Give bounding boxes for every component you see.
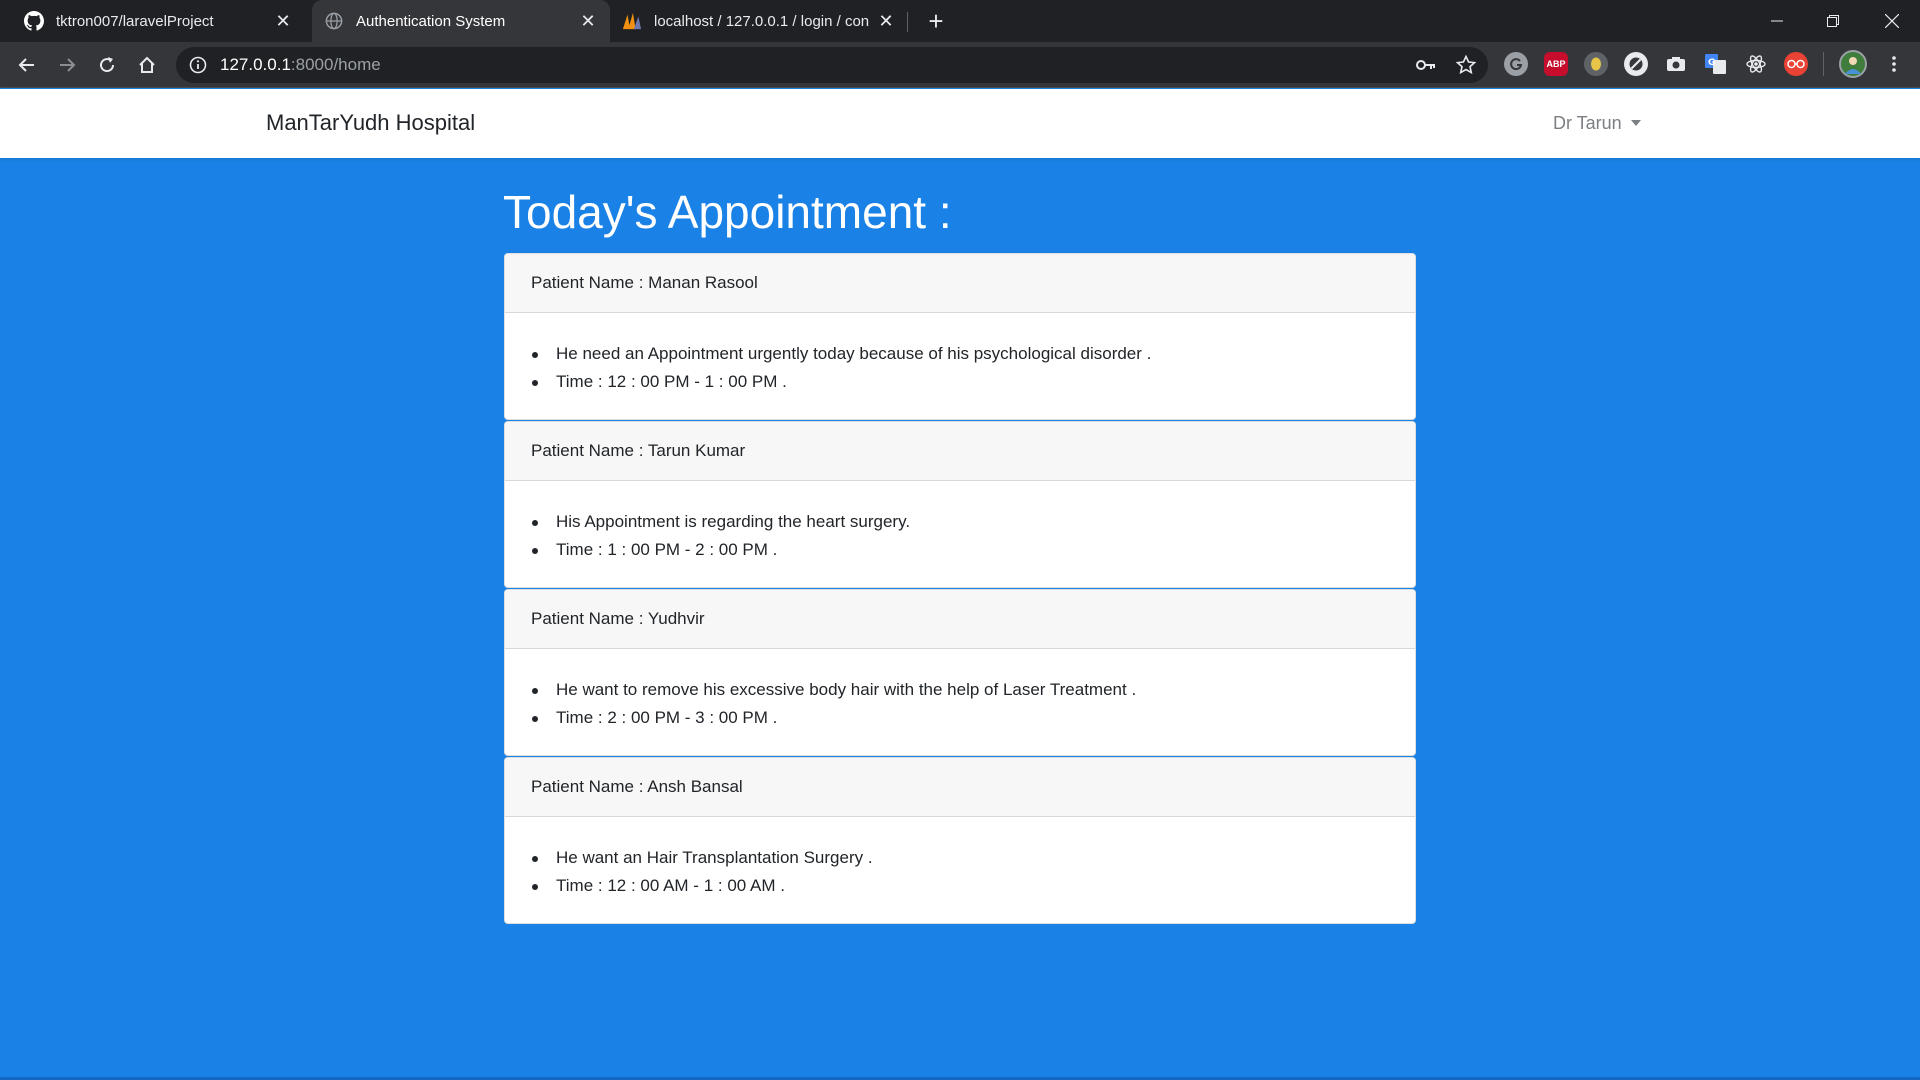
toolbar-separator <box>1823 52 1824 76</box>
close-icon[interactable]: ✕ <box>576 9 600 33</box>
appointment-details: He need an Appointment urgently today be… <box>505 313 1415 396</box>
phpmyadmin-icon <box>622 11 642 31</box>
patient-name: Patient Name : Ansh Bansal <box>505 758 1415 817</box>
github-icon <box>24 11 44 31</box>
appointment-time: Time : 12 : 00 AM - 1 : 00 AM . <box>531 872 1395 900</box>
brand-link[interactable]: ManTarYudh Hospital <box>266 110 475 136</box>
url-text: 127.0.0.1:8000/home <box>220 55 381 75</box>
block-icon[interactable] <box>1624 52 1648 76</box>
tab-title: Authentication System <box>356 12 506 30</box>
appointment-reason: He need an Appointment urgently today be… <box>531 340 1395 368</box>
address-bar[interactable]: 127.0.0.1:8000/home <box>176 47 1488 83</box>
appointment-time: Time : 12 : 00 PM - 1 : 00 PM . <box>531 368 1395 396</box>
appointment-reason: His Appointment is regarding the heart s… <box>531 508 1395 536</box>
page-title: Today's Appointment : <box>503 186 952 238</box>
appointment-time: Time : 2 : 00 PM - 3 : 00 PM . <box>531 704 1395 732</box>
minimize-button[interactable] <box>1749 0 1805 42</box>
spectacles-icon[interactable] <box>1784 52 1808 76</box>
globe-icon <box>324 11 344 31</box>
browser-tab-strip: tktron007/laravelProject ✕ Authenticatio… <box>0 0 1920 42</box>
patient-name: Patient Name : Manan Rasool <box>505 254 1415 313</box>
star-icon[interactable] <box>1451 50 1481 80</box>
home-button[interactable] <box>131 49 163 81</box>
close-icon[interactable]: ✕ <box>874 9 898 33</box>
camera-icon[interactable] <box>1664 52 1688 76</box>
forward-button[interactable] <box>51 49 83 81</box>
menu-icon[interactable] <box>1882 52 1906 76</box>
appointment-details: He want an Hair Transplantation Surgery … <box>505 817 1415 900</box>
tab-title: tktron007/laravelProject <box>56 12 214 30</box>
tab-github[interactable]: tktron007/laravelProject ✕ <box>0 0 305 42</box>
reload-button[interactable] <box>91 49 123 81</box>
appointment-card: Patient Name : Ansh Bansal He want an Ha… <box>504 757 1416 924</box>
patient-name: Patient Name : Tarun Kumar <box>505 422 1415 481</box>
key-icon[interactable] <box>1411 50 1441 80</box>
appointment-reason: He want an Hair Transplantation Surgery … <box>531 844 1395 872</box>
appointment-list: Patient Name : Manan Rasool He need an A… <box>504 253 1416 925</box>
tab-title: localhost / 127.0.0.1 / login / con <box>654 12 870 30</box>
info-icon[interactable] <box>188 55 208 75</box>
tab-separator <box>907 12 908 32</box>
profile-avatar[interactable] <box>1839 50 1867 78</box>
url-path: :8000/home <box>290 55 381 74</box>
appointment-card: Patient Name : Yudhvir He want to remove… <box>504 589 1416 756</box>
appointment-reason: He want to remove his excessive body hai… <box>531 676 1395 704</box>
adblock-plus-icon[interactable]: ABP <box>1544 52 1568 76</box>
user-name: Dr Tarun <box>1553 113 1622 133</box>
user-dropdown[interactable]: Dr Tarun <box>1553 113 1641 134</box>
restore-button[interactable] <box>1805 0 1861 42</box>
google-translate-icon[interactable]: G <box>1704 52 1728 76</box>
grammarly-icon[interactable] <box>1504 52 1528 76</box>
honey-icon[interactable] <box>1584 52 1608 76</box>
patient-name: Patient Name : Yudhvir <box>505 590 1415 649</box>
url-host: 127.0.0.1 <box>220 55 291 74</box>
appointment-card: Patient Name : Manan Rasool He need an A… <box>504 253 1416 420</box>
close-icon[interactable]: ✕ <box>271 9 295 33</box>
appointment-details: His Appointment is regarding the heart s… <box>505 481 1415 564</box>
tab-authentication-system[interactable]: Authentication System ✕ <box>312 0 610 42</box>
app-navbar: ManTarYudh Hospital Dr Tarun <box>0 89 1920 158</box>
tab-phpmyadmin[interactable]: localhost / 127.0.0.1 / login / con ✕ <box>612 0 908 42</box>
react-devtools-icon[interactable] <box>1744 52 1768 76</box>
appointment-details: He want to remove his excessive body hai… <box>505 649 1415 732</box>
svg-text:G: G <box>1708 58 1715 68</box>
back-button[interactable] <box>11 49 43 81</box>
close-window-button[interactable] <box>1864 0 1920 42</box>
caret-down-icon <box>1630 119 1641 126</box>
appointment-card: Patient Name : Tarun Kumar His Appointme… <box>504 421 1416 588</box>
new-tab-button[interactable]: + <box>922 6 950 36</box>
appointment-time: Time : 1 : 00 PM - 2 : 00 PM . <box>531 536 1395 564</box>
